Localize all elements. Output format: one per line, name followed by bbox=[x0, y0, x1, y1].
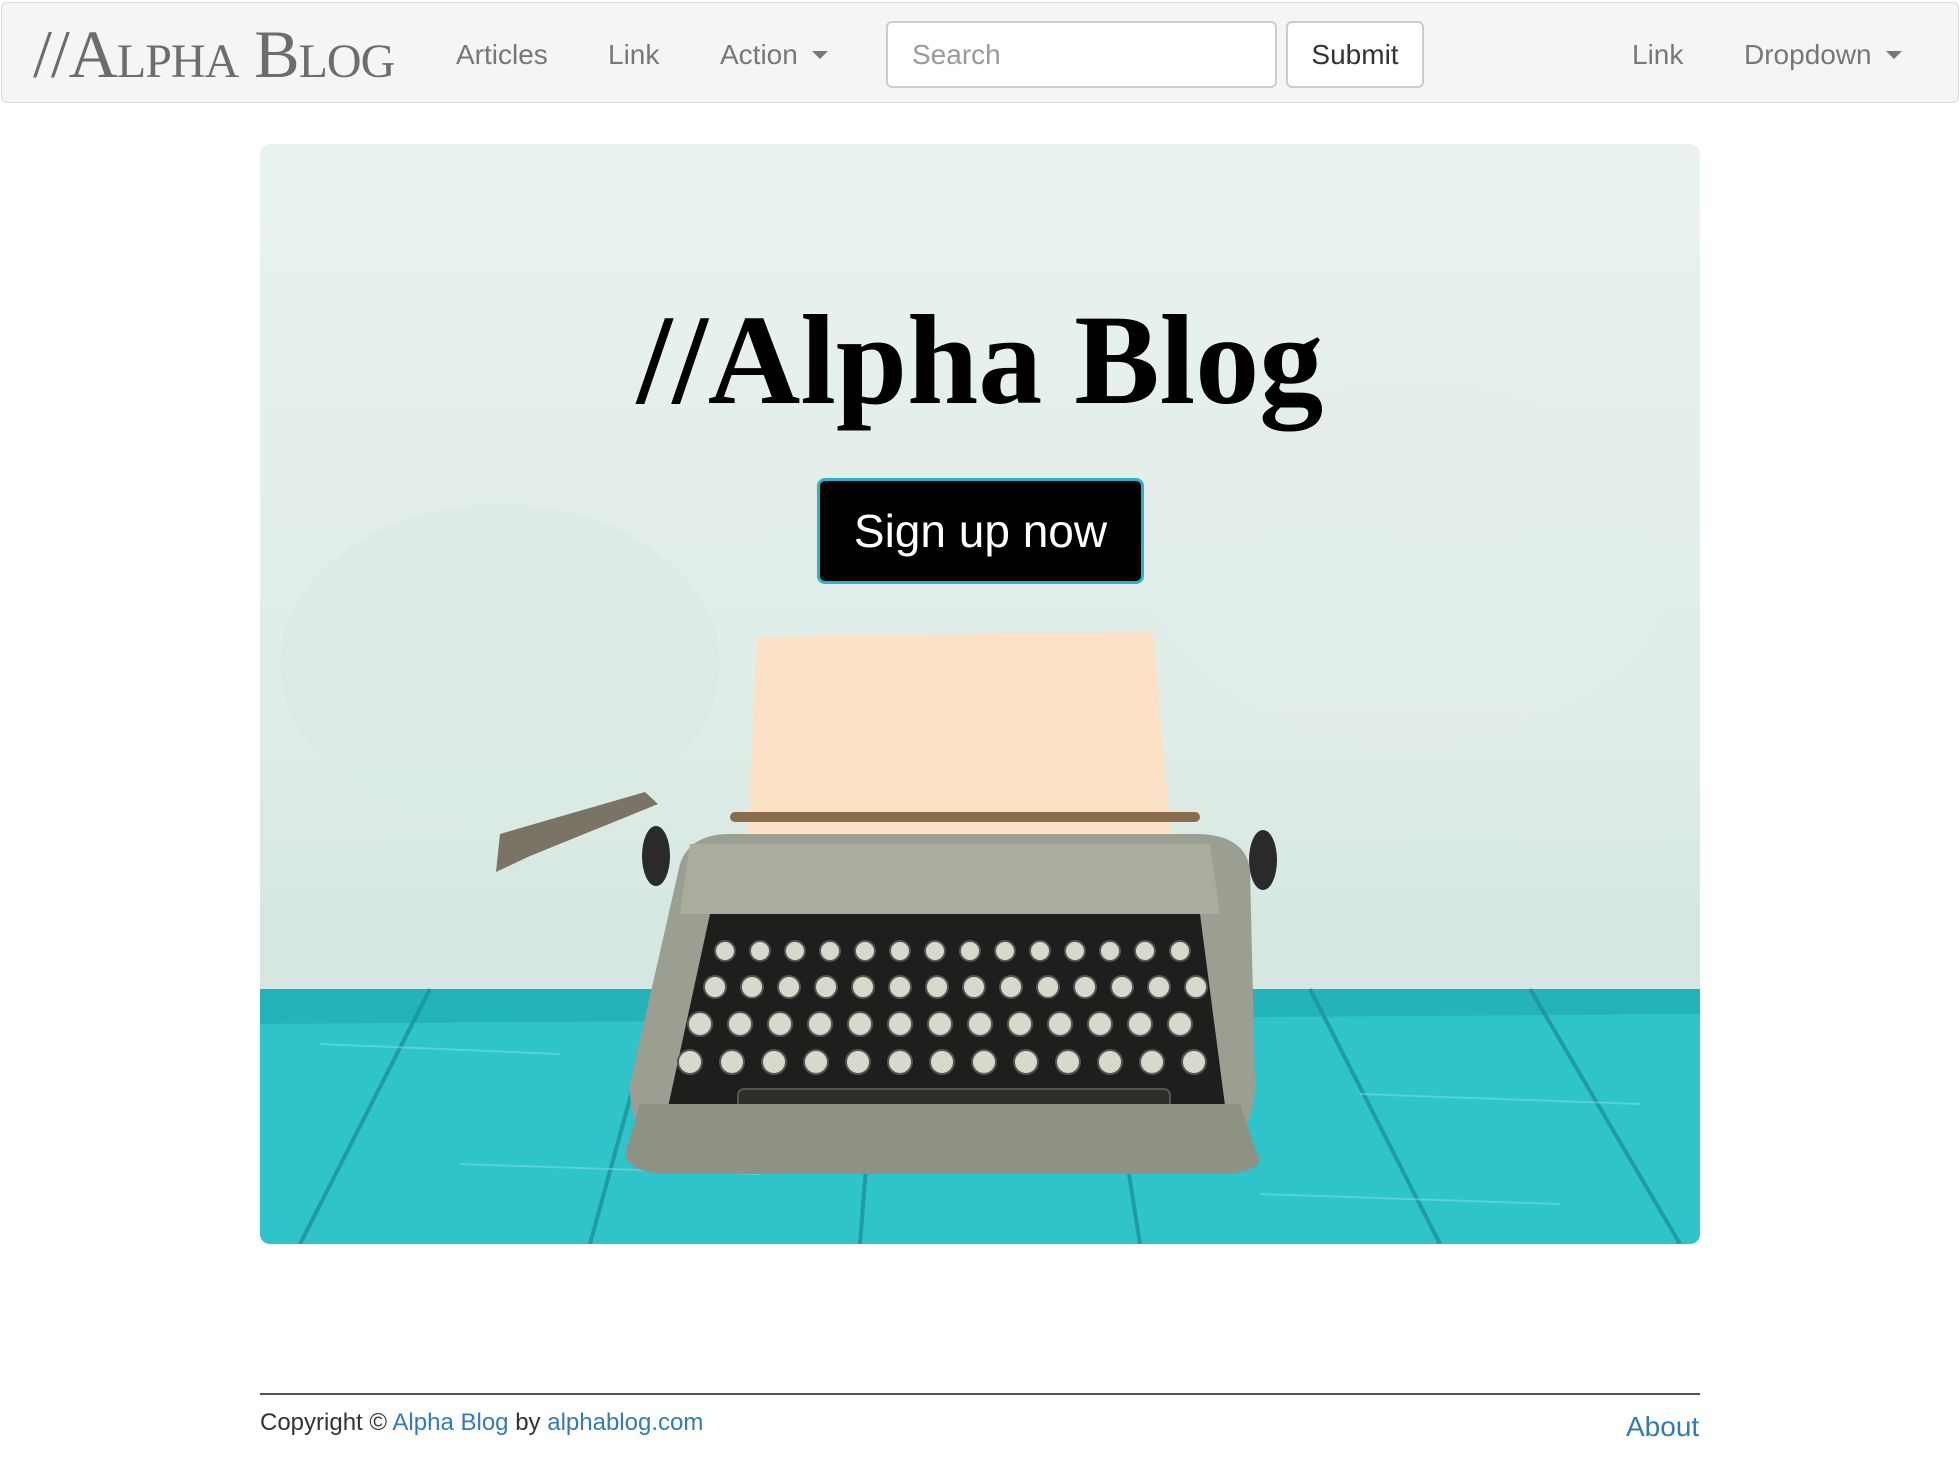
hero-title: //Alpha Blog bbox=[636, 289, 1324, 431]
hero-jumbotron: //Alpha Blog Sign up now bbox=[260, 144, 1700, 1244]
footer-by-text: by bbox=[515, 1409, 541, 1436]
nav-dropdown-right-label: Dropdown bbox=[1744, 39, 1872, 70]
submit-button[interactable]: Submit bbox=[1286, 21, 1424, 88]
nav-link-right[interactable]: Link bbox=[1632, 37, 1683, 73]
footer-site-link[interactable]: Alpha Blog bbox=[392, 1409, 508, 1436]
caret-down-icon bbox=[811, 51, 828, 59]
footer-divider bbox=[260, 1393, 1700, 1395]
nav-dropdown-action[interactable]: Action bbox=[720, 37, 828, 73]
nav-dropdown-action-label: Action bbox=[720, 39, 798, 70]
nav-link-link[interactable]: Link bbox=[608, 37, 659, 73]
top-navbar: //Alpha Blog Articles Link Action Submit… bbox=[1, 2, 1959, 103]
nav-link-articles[interactable]: Articles bbox=[456, 37, 548, 73]
copyright-text: Copyright © bbox=[260, 1409, 388, 1436]
search-input[interactable] bbox=[886, 21, 1277, 88]
footer-domain-link[interactable]: alphablog.com bbox=[547, 1409, 703, 1436]
footer-about-link[interactable]: About bbox=[1626, 1410, 1699, 1444]
nav-dropdown-right[interactable]: Dropdown bbox=[1744, 37, 1902, 73]
caret-down-icon bbox=[1885, 51, 1902, 59]
sign-up-button[interactable]: Sign up now bbox=[817, 478, 1144, 584]
footer-copyright: Copyright © Alpha Blog by alphablog.com bbox=[260, 1408, 703, 1438]
brand-logo-link[interactable]: //Alpha Blog bbox=[33, 19, 395, 89]
